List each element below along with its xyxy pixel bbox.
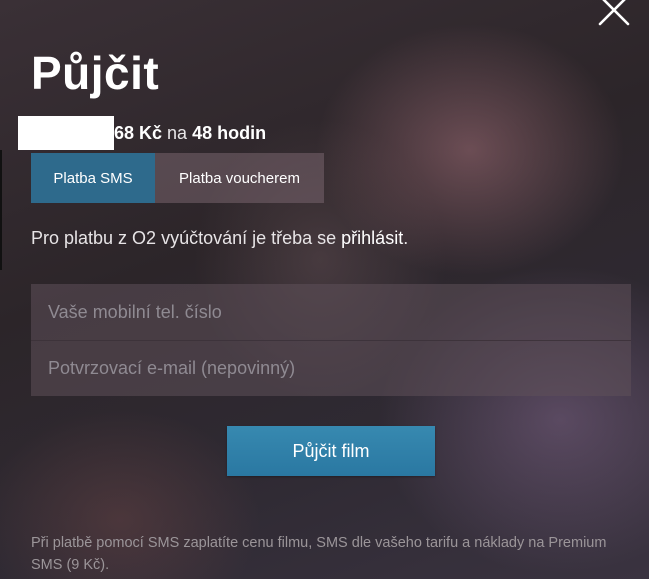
- rental-duration: 48 hodin: [192, 122, 267, 143]
- login-notice-suffix: .: [403, 228, 409, 248]
- tab-voucher-payment[interactable]: Platba voucherem: [155, 153, 324, 203]
- tab-sms-payment[interactable]: Platba SMS: [31, 153, 155, 203]
- rent-film-button[interactable]: Půjčit film: [227, 426, 435, 476]
- price-info: 68 Kč na 48 hodin: [18, 115, 266, 151]
- price-amount: 68 Kč: [114, 122, 163, 143]
- close-button[interactable]: [597, 0, 631, 26]
- login-notice-text: Pro platbu z O2 vyúčtování je třeba se: [31, 228, 342, 248]
- rent-modal: Půjčit 68 Kč na 48 hodin Platba SMS Plat…: [0, 0, 649, 579]
- login-link[interactable]: přihlásit: [341, 228, 403, 248]
- price-separator: na: [167, 122, 188, 143]
- email-input[interactable]: [31, 340, 631, 396]
- payment-form: [31, 284, 631, 396]
- login-notice: Pro platbu z O2 vyúčtování je třeba se p…: [31, 228, 408, 249]
- redacted-block: [18, 116, 114, 150]
- phone-number-input[interactable]: [31, 284, 631, 340]
- close-icon: [597, 0, 631, 26]
- background-edge: [0, 150, 2, 270]
- page-title: Půjčit: [31, 47, 160, 99]
- sms-cost-footnote: Při platbě pomocí SMS zaplatíte cenu fil…: [31, 535, 607, 573]
- payment-tabs: Platba SMS Platba voucherem: [31, 153, 324, 203]
